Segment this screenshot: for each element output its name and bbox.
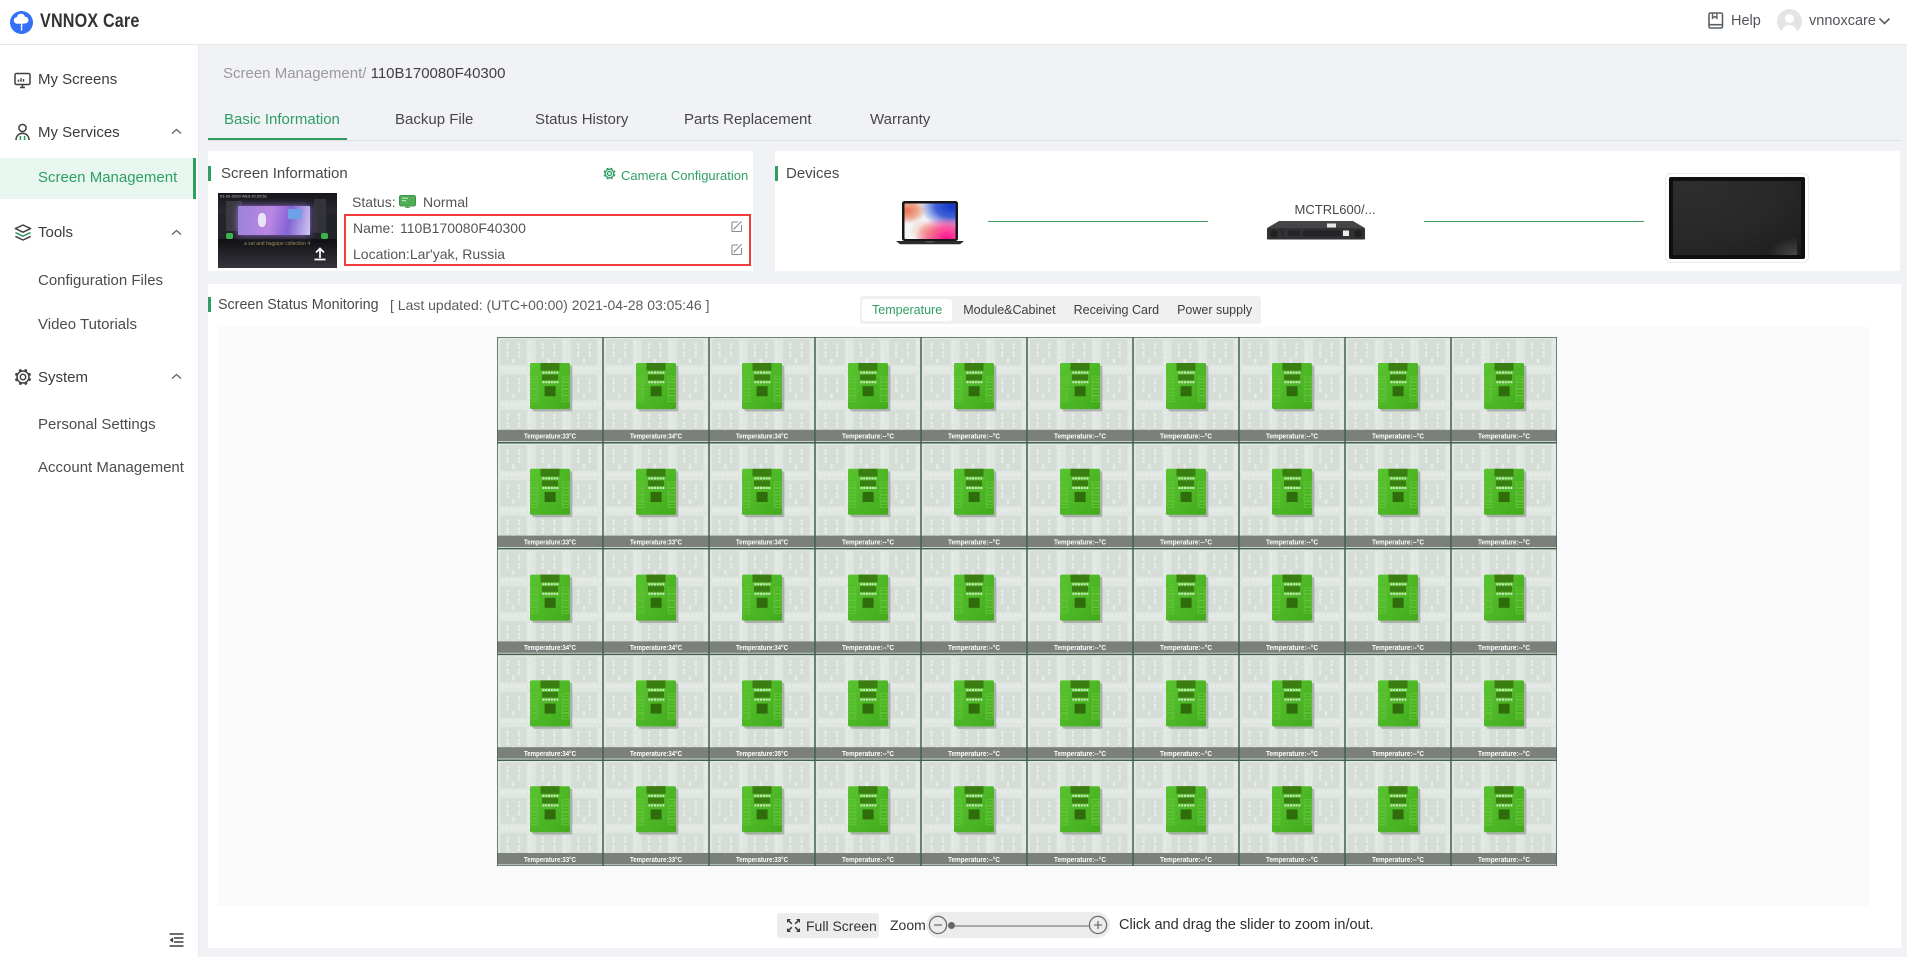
svg-text:Temperature:--°C: Temperature:--°C <box>1478 749 1530 758</box>
svg-text:Temperature:--°C: Temperature:--°C <box>1266 643 1318 652</box>
svg-text:Temperature:--°C: Temperature:--°C <box>1266 432 1318 441</box>
svg-text:Temperature:34°C: Temperature:34°C <box>630 749 682 758</box>
svg-text:Temperature:34°C: Temperature:34°C <box>736 432 788 441</box>
svg-text:Temperature:--°C: Temperature:--°C <box>842 855 894 864</box>
svg-text:Temperature:--°C: Temperature:--°C <box>1266 537 1318 546</box>
svg-text:Temperature:34°C: Temperature:34°C <box>524 749 576 758</box>
svg-text:Temperature:33°C: Temperature:33°C <box>736 855 788 864</box>
svg-text:Temperature:--°C: Temperature:--°C <box>1478 537 1530 546</box>
svg-text:Temperature:--°C: Temperature:--°C <box>1372 643 1424 652</box>
svg-text:Temperature:34°C: Temperature:34°C <box>630 432 682 441</box>
svg-text:Temperature:--°C: Temperature:--°C <box>1054 537 1106 546</box>
svg-text:Temperature:--°C: Temperature:--°C <box>842 537 894 546</box>
svg-text:Temperature:--°C: Temperature:--°C <box>1160 855 1212 864</box>
svg-text:Temperature:--°C: Temperature:--°C <box>1266 749 1318 758</box>
svg-text:Temperature:--°C: Temperature:--°C <box>1372 855 1424 864</box>
svg-text:Temperature:--°C: Temperature:--°C <box>1054 749 1106 758</box>
svg-text:Temperature:--°C: Temperature:--°C <box>1160 537 1212 546</box>
svg-text:Temperature:--°C: Temperature:--°C <box>948 749 1000 758</box>
svg-text:Temperature:--°C: Temperature:--°C <box>1054 643 1106 652</box>
svg-text:Temperature:--°C: Temperature:--°C <box>842 643 894 652</box>
svg-text:Temperature:--°C: Temperature:--°C <box>1372 749 1424 758</box>
svg-text:Temperature:35°C: Temperature:35°C <box>736 749 788 758</box>
svg-text:Temperature:--°C: Temperature:--°C <box>948 537 1000 546</box>
svg-text:Temperature:--°C: Temperature:--°C <box>1266 855 1318 864</box>
svg-text:Temperature:--°C: Temperature:--°C <box>1478 432 1530 441</box>
svg-text:Temperature:33°C: Temperature:33°C <box>630 537 682 546</box>
svg-text:Temperature:34°C: Temperature:34°C <box>736 537 788 546</box>
svg-text:Temperature:--°C: Temperature:--°C <box>1160 749 1212 758</box>
svg-text:Temperature:33°C: Temperature:33°C <box>524 855 576 864</box>
svg-text:Temperature:33°C: Temperature:33°C <box>524 537 576 546</box>
svg-text:Temperature:--°C: Temperature:--°C <box>1160 643 1212 652</box>
svg-text:Temperature:--°C: Temperature:--°C <box>948 855 1000 864</box>
svg-text:Temperature:33°C: Temperature:33°C <box>630 855 682 864</box>
svg-text:Temperature:--°C: Temperature:--°C <box>1372 432 1424 441</box>
svg-text:Temperature:--°C: Temperature:--°C <box>1478 643 1530 652</box>
svg-text:Temperature:--°C: Temperature:--°C <box>1054 432 1106 441</box>
svg-text:Temperature:--°C: Temperature:--°C <box>842 749 894 758</box>
svg-text:Temperature:34°C: Temperature:34°C <box>524 643 576 652</box>
svg-text:Temperature:34°C: Temperature:34°C <box>736 643 788 652</box>
svg-text:Temperature:--°C: Temperature:--°C <box>842 432 894 441</box>
svg-text:Temperature:--°C: Temperature:--°C <box>1372 537 1424 546</box>
svg-text:Temperature:--°C: Temperature:--°C <box>1160 432 1212 441</box>
svg-text:Temperature:--°C: Temperature:--°C <box>1054 855 1106 864</box>
svg-text:Temperature:34°C: Temperature:34°C <box>630 643 682 652</box>
svg-text:Temperature:33°C: Temperature:33°C <box>524 432 576 441</box>
svg-text:Temperature:--°C: Temperature:--°C <box>948 643 1000 652</box>
svg-text:Temperature:--°C: Temperature:--°C <box>948 432 1000 441</box>
svg-text:Temperature:--°C: Temperature:--°C <box>1478 855 1530 864</box>
